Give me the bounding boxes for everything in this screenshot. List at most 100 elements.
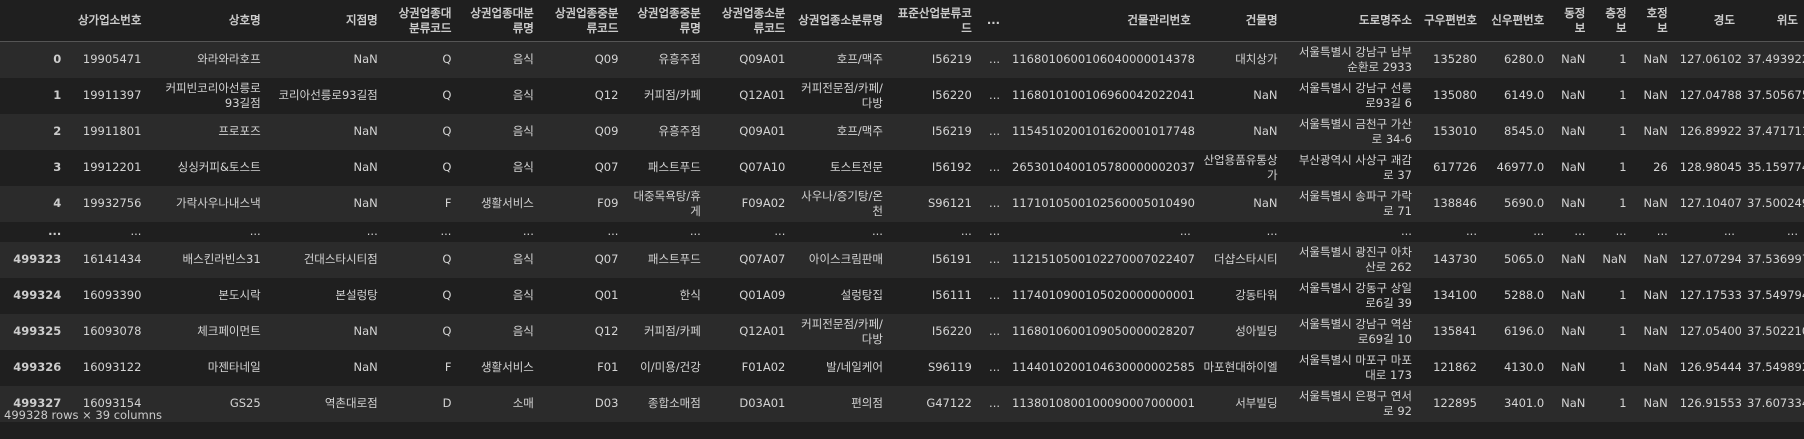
column-header: 상권업종중분류코드 [539,0,625,42]
table-cell: NaN [1561,324,1586,338]
table-cell: D03 [594,396,619,410]
table-cell: 부산광역시 사상구 괘감로 37 [1298,152,1412,182]
table-cell: NaN [353,196,378,210]
table-cell: F01A02 [741,360,786,374]
table-cell: 더샵스타시티 [1214,252,1278,266]
table-cell: 134100 [1433,288,1477,302]
table-cell: 생활서비스 [480,360,534,374]
table-cell: 3401.0 [1503,396,1545,410]
table-cell: 생활서비스 [480,196,534,210]
table-cell: 135841 [1433,324,1477,338]
table-cell: NaN [1561,52,1586,67]
table-cell: ... [989,360,1001,374]
table-cell: 역촌대로점 [324,396,378,410]
index-header [0,0,68,42]
column-header: 건물관리번호 [1006,0,1197,42]
table-cell: ... [989,160,1001,174]
table-cell: 성아빌딩 [1235,324,1278,338]
table-cell: I56191 [931,252,972,266]
table-cell: 37.471711 [1746,124,1804,138]
table-cell: D [442,396,452,410]
table-cell: I56192 [931,160,972,174]
table-cell: ... [989,196,1001,210]
table-cell: 19911397 [82,88,142,102]
table-cell: 128.980455 [1679,160,1741,174]
table-cell: ... [774,224,786,238]
table-cell: Q09 [594,52,619,67]
table-cell: ... [1656,224,1668,238]
table-cell: 종합소매점 [647,396,701,410]
table-row: 0 19905471 와라와라호프 NaN Q 음식 Q09 유흥주점 Q09A01 호프/맥주 I… [0,41,1804,78]
table-cell: ... [871,224,883,238]
table-cell: NaN [1561,124,1586,138]
table-cell: Q12A01 [739,88,786,102]
column-header: 건물명 [1196,0,1284,42]
table-cell: 음식 [512,252,534,266]
table-cell: I56111 [931,288,972,302]
table-cell: 37.500249 [1746,196,1804,210]
table-cell: 한식 [679,288,701,302]
table-cell: 서울특별시 금천구 가산로 34-6 [1298,116,1412,146]
table-cell: 35.159774 [1746,160,1804,174]
table-row: 499327 16093154 GS25 역촌대로점 D 소매 D03 종합소매점 D03A01… [0,385,1804,422]
table-cell: S96121 [927,196,972,210]
column-header: 호정보 [1632,0,1674,42]
table-cell: 26 [1653,160,1668,174]
ellipsis-row: ........................................… [0,222,1804,242]
table-cell: NaN [1602,252,1627,266]
table-cell: ... [366,224,378,238]
table-cell: 서울특별시 강남구 선릉로93길 6 [1298,80,1412,110]
table-cell: NaN [353,124,378,138]
shape-footer: 499328 rows × 39 columns [4,408,163,422]
table-cell: 서울특별시 강남구 남부순환로 2933 [1298,44,1412,74]
table-cell: F [444,196,452,210]
column-header: 상권업종중분류명 [624,0,707,42]
table-cell: 5690.0 [1503,196,1545,210]
table-cell: NaN [353,360,378,374]
table-cell: NaN [1643,396,1668,410]
table-cell: NaN [1561,360,1586,374]
table-cell: 패스트푸드 [647,252,701,266]
table-cell: 1171010500102560005010490 [1012,196,1195,210]
table-cell: ... [989,224,1001,238]
table-row: 2 19911801 프로포즈 NaN Q 음식 Q09 유흥주점 Q09A01 호프/맥주 I56… [0,113,1804,150]
table-cell: Q [442,160,452,174]
table-row: 4 19932756 가락사우나내스낵 NaN F 생활서비스 F09 대중목욕탕/휴게 F09… [0,185,1804,222]
table-cell: NaN [1253,196,1278,210]
table-cell: 16093122 [82,360,142,374]
table-cell: 6149.0 [1503,88,1545,102]
table-row: 499325 16093078 체크페이먼트 NaN Q 음식 Q12 커피점/카페 Q12A0… [0,313,1804,350]
table-cell: 유흥주점 [658,52,701,67]
column-header: ... [977,0,1007,42]
table-cell: NaN [1561,160,1586,174]
row-index: 499323 [13,252,62,266]
table-cell: 서울특별시 송파구 가락로 71 [1298,188,1412,218]
table-cell: 19932756 [82,196,142,210]
table-cell: Q [442,52,452,67]
table-cell: 싱싱커피&토스트 [177,160,261,174]
table-cell: 6196.0 [1503,324,1545,338]
table-cell: 1154510200101620001017748 [1012,124,1195,138]
table-cell: 서울특별시 은평구 연서로 92 [1298,388,1412,418]
table-cell: 127.072944 [1679,252,1741,266]
column-header: 경도 [1673,0,1741,42]
table-cell: 6280.0 [1503,52,1545,67]
table-cell: 1 [1619,88,1627,102]
table-cell: ... [989,124,1001,138]
dataframe-output: 상가업소번호 상호명 지점명 상권업종대분류코드 상권업종대분류명 상권업종중분류코드 상권… [0,0,1804,439]
table-row: 1 19911397 커피빈코리아선릉로93길점 코리아선릉로93길점 Q 음식 Q12 커피… [0,78,1804,114]
table-cell: 1 [1619,124,1627,138]
table-cell: 건대스타시티점 [303,252,378,266]
table-cell: 16141434 [82,252,142,266]
table-cell: Q12 [594,88,619,102]
table-cell: 음식 [512,88,534,102]
table-cell: 1168010600106040000014378 [1012,52,1195,67]
column-header: 지점명 [266,0,384,42]
row-index: 2 [53,124,62,138]
table-cell: 프로포즈 [218,124,261,138]
table-cell: 1168010600109050000028207 [1012,324,1195,338]
table-cell: Q09A01 [739,52,786,67]
table-cell: ... [989,396,1001,410]
table-cell: 음식 [512,52,534,67]
column-header: 상권업종대분류코드 [383,0,458,42]
